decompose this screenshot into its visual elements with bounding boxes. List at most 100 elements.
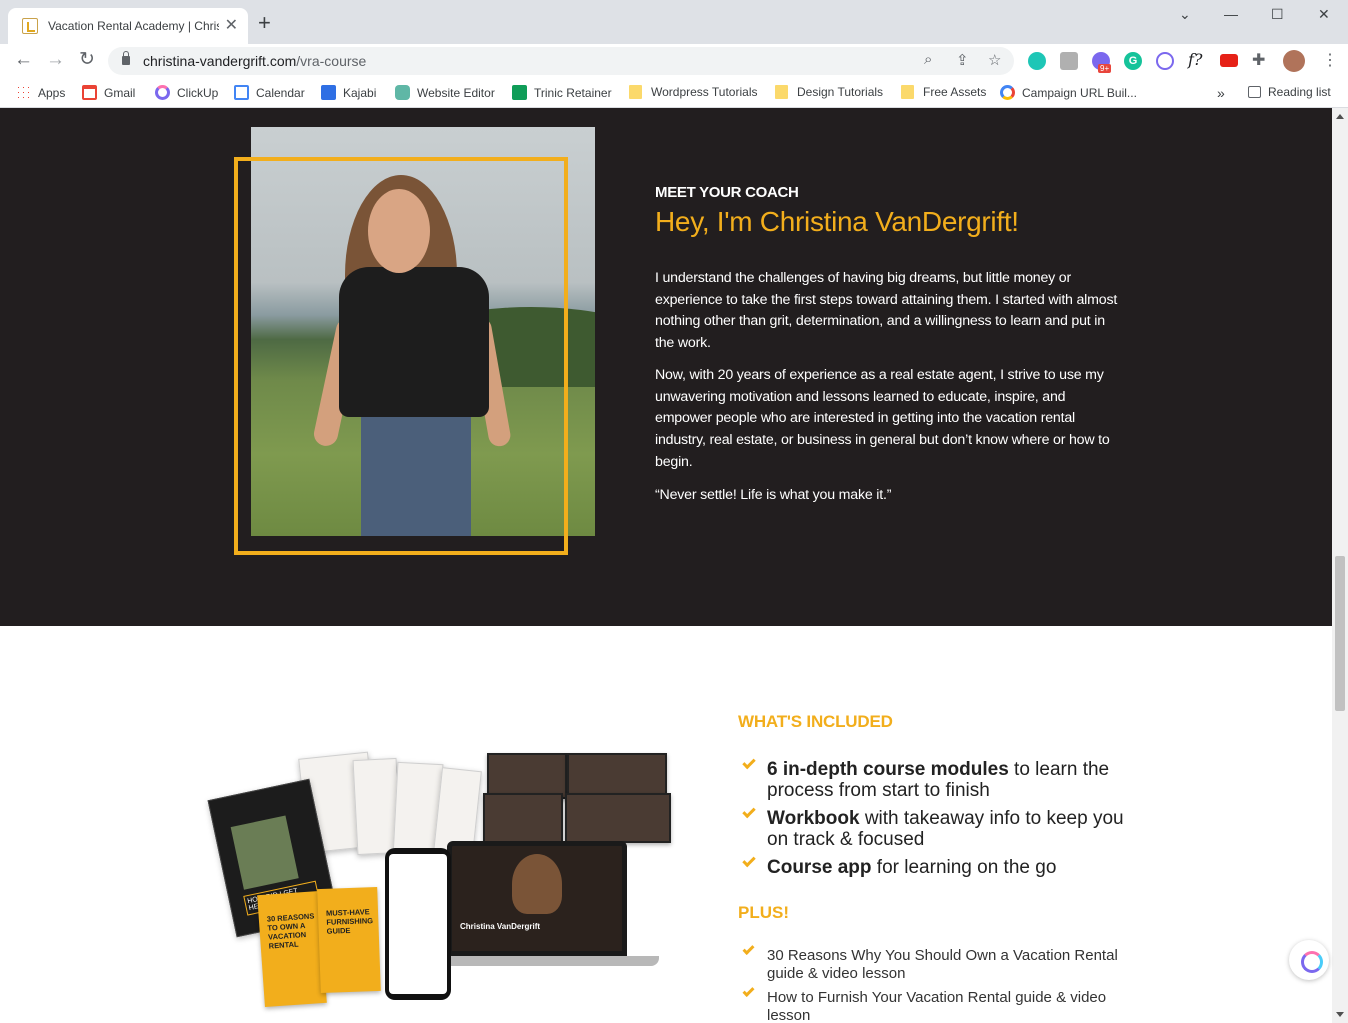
- new-tab-button[interactable]: +: [258, 12, 271, 34]
- bookmark-clickup[interactable]: ClickUp: [155, 85, 218, 100]
- scroll-up-arrow-icon[interactable]: [1336, 114, 1344, 119]
- folder-icon: [775, 85, 788, 99]
- bookmark-label: Apps: [38, 85, 66, 100]
- mockup-phone: [385, 848, 451, 1000]
- forward-button[interactable]: →: [46, 50, 65, 69]
- reading-list-label: Reading list: [1268, 85, 1331, 99]
- mockup-video-thumb: [565, 793, 671, 843]
- page-scrollbar[interactable]: [1332, 108, 1348, 1023]
- close-window-button[interactable]: ✕: [1318, 6, 1330, 23]
- bookmark-star-icon[interactable]: ☆: [988, 51, 1001, 69]
- bookmark-campaign-url-builder[interactable]: Campaign URL Buil...: [1000, 85, 1137, 100]
- photo-accent-frame: [234, 157, 568, 555]
- minimize-button[interactable]: —: [1224, 6, 1238, 22]
- coach-quote: “Never settle! Life is what you make it.…: [655, 487, 892, 503]
- extension-badge: 9+: [1098, 64, 1112, 73]
- bookmark-label: Calendar: [256, 85, 305, 100]
- coach-eyebrow: MEET YOUR COACH: [655, 184, 799, 201]
- bookmarks-bar: Apps Gmail ClickUp Calendar Kajabi Websi…: [0, 78, 1348, 108]
- bookmark-apps[interactable]: Apps: [16, 85, 65, 100]
- clickup-floating-button[interactable]: [1289, 940, 1329, 980]
- scroll-thumb[interactable]: [1335, 556, 1345, 711]
- coach-paragraph-1: I understand the challenges of having bi…: [655, 270, 1118, 352]
- extension-grey-icon[interactable]: [1060, 52, 1078, 70]
- share-icon[interactable]: ⇪: [956, 51, 969, 69]
- workbook-photo: [230, 815, 299, 890]
- plus-item: 30 Reasons Why You Should Own a Vacation…: [767, 947, 1118, 982]
- bookmark-label: Trinic Retainer: [534, 85, 612, 100]
- bookmark-free-assets[interactable]: Free Assets: [901, 85, 986, 99]
- grammarly-icon[interactable]: G: [1124, 52, 1142, 70]
- bookmark-label: Website Editor: [417, 85, 495, 100]
- bookmark-design-tutorials[interactable]: Design Tutorials: [775, 85, 883, 99]
- lock-icon[interactable]: [122, 51, 130, 65]
- url-path: /vra-course: [296, 53, 367, 69]
- check-icon: [742, 804, 756, 819]
- bookmark-kajabi[interactable]: Kajabi: [321, 85, 376, 100]
- bookmark-label: Design Tutorials: [797, 85, 884, 99]
- website-editor-icon: [395, 85, 410, 100]
- course-bundle-mockup: How did I get here!? 30 Reasons to own a…: [207, 751, 675, 1008]
- meet-your-coach-section: MEET YOUR COACH Hey, I'm Christina VanDe…: [0, 108, 1332, 626]
- calendar-icon: [234, 85, 249, 100]
- coach-headline: Hey, I'm Christina VanDergrift!: [655, 206, 1019, 237]
- coach-paragraph-2: Now, with 20 years of experience as a re…: [655, 367, 1110, 470]
- apps-grid-icon: [16, 85, 31, 100]
- bookmark-label: Kajabi: [343, 85, 377, 100]
- extension-teal-icon[interactable]: [1028, 52, 1046, 70]
- profile-avatar[interactable]: [1283, 50, 1305, 72]
- bookmarks-overflow-button[interactable]: »: [1217, 85, 1225, 101]
- scroll-down-arrow-icon[interactable]: [1336, 1012, 1344, 1017]
- mockup-guide-furnishing: Must-have furnishing guide: [317, 886, 381, 994]
- browser-menu-icon[interactable]: ⋮: [1322, 50, 1338, 70]
- mockup-laptop-screen: Christina VanDergrift: [447, 841, 627, 956]
- phone-screen: [389, 854, 447, 994]
- reading-list-button[interactable]: Reading list: [1248, 85, 1331, 99]
- maximize-button[interactable]: ☐: [1271, 6, 1284, 23]
- bookmark-trinic-retainer[interactable]: Trinic Retainer: [512, 85, 612, 100]
- close-tab-icon[interactable]: ✕: [225, 18, 238, 34]
- bookmark-gmail[interactable]: Gmail: [82, 85, 135, 100]
- clickup-icon: [155, 85, 170, 100]
- zoom-icon[interactable]: ⌕: [924, 51, 932, 68]
- included-item: Workbook with takeaway info to keep you …: [767, 808, 1127, 850]
- included-item: 6 in-depth course modules to learn the p…: [767, 759, 1127, 801]
- bookmark-label: Campaign URL Buil...: [1022, 85, 1137, 100]
- tab-title: Vacation Rental Academy | Christ: [48, 19, 219, 33]
- mockup-video-thumb: [483, 793, 563, 843]
- included-item-rest: for learning on the go: [871, 857, 1057, 878]
- bookmark-website-editor[interactable]: Website Editor: [395, 85, 495, 100]
- check-icon: [742, 755, 756, 770]
- reload-button[interactable]: ↻: [79, 50, 95, 69]
- bookmark-calendar[interactable]: Calendar: [234, 85, 305, 100]
- plus-item: How to Furnish Your Vacation Rental guid…: [767, 989, 1107, 1023]
- extensions-puzzle-icon[interactable]: ✚: [1252, 50, 1265, 70]
- bookmark-label: Wordpress Tutorials: [651, 85, 758, 99]
- tab-strip: Vacation Rental Academy | Christ ✕ + ⌄ —…: [0, 0, 1348, 44]
- mockup-guide-30-reasons: 30 Reasons to own a vacation rental: [257, 890, 327, 1008]
- formula-extension-icon[interactable]: f?: [1188, 50, 1203, 69]
- back-button[interactable]: ←: [14, 50, 33, 69]
- youtube-extension-icon[interactable]: [1220, 54, 1238, 67]
- included-item-bold: Workbook: [767, 808, 860, 829]
- url-text[interactable]: christina-vandergrift.com/vra-course: [143, 53, 366, 69]
- included-item: Course app for learning on the go: [767, 857, 1127, 878]
- folder-icon: [901, 85, 914, 99]
- check-icon: [742, 984, 755, 998]
- check-icon: [742, 853, 756, 868]
- reading-list-icon: [1248, 86, 1261, 98]
- site-favicon-icon: [22, 18, 38, 34]
- bookmark-label: Free Assets: [923, 85, 987, 99]
- bookmark-wordpress-tutorials[interactable]: Wordpress Tutorials: [629, 85, 757, 99]
- sheets-icon: [512, 85, 527, 100]
- clickup-extension-icon[interactable]: [1156, 52, 1174, 70]
- active-tab[interactable]: Vacation Rental Academy | Christ ✕: [8, 8, 248, 44]
- url-host: christina-vandergrift.com: [143, 53, 297, 69]
- check-icon: [742, 942, 755, 956]
- address-bar[interactable]: christina-vandergrift.com/vra-course ⌕ ⇪…: [108, 47, 1014, 75]
- browser-toolbar: ← → ↻ christina-vandergrift.com/vra-cour…: [0, 44, 1348, 78]
- included-item-bold: Course app: [767, 857, 872, 878]
- gmail-icon: [82, 85, 97, 100]
- folder-icon: [629, 85, 642, 99]
- tab-search-icon[interactable]: ⌄: [1179, 6, 1191, 23]
